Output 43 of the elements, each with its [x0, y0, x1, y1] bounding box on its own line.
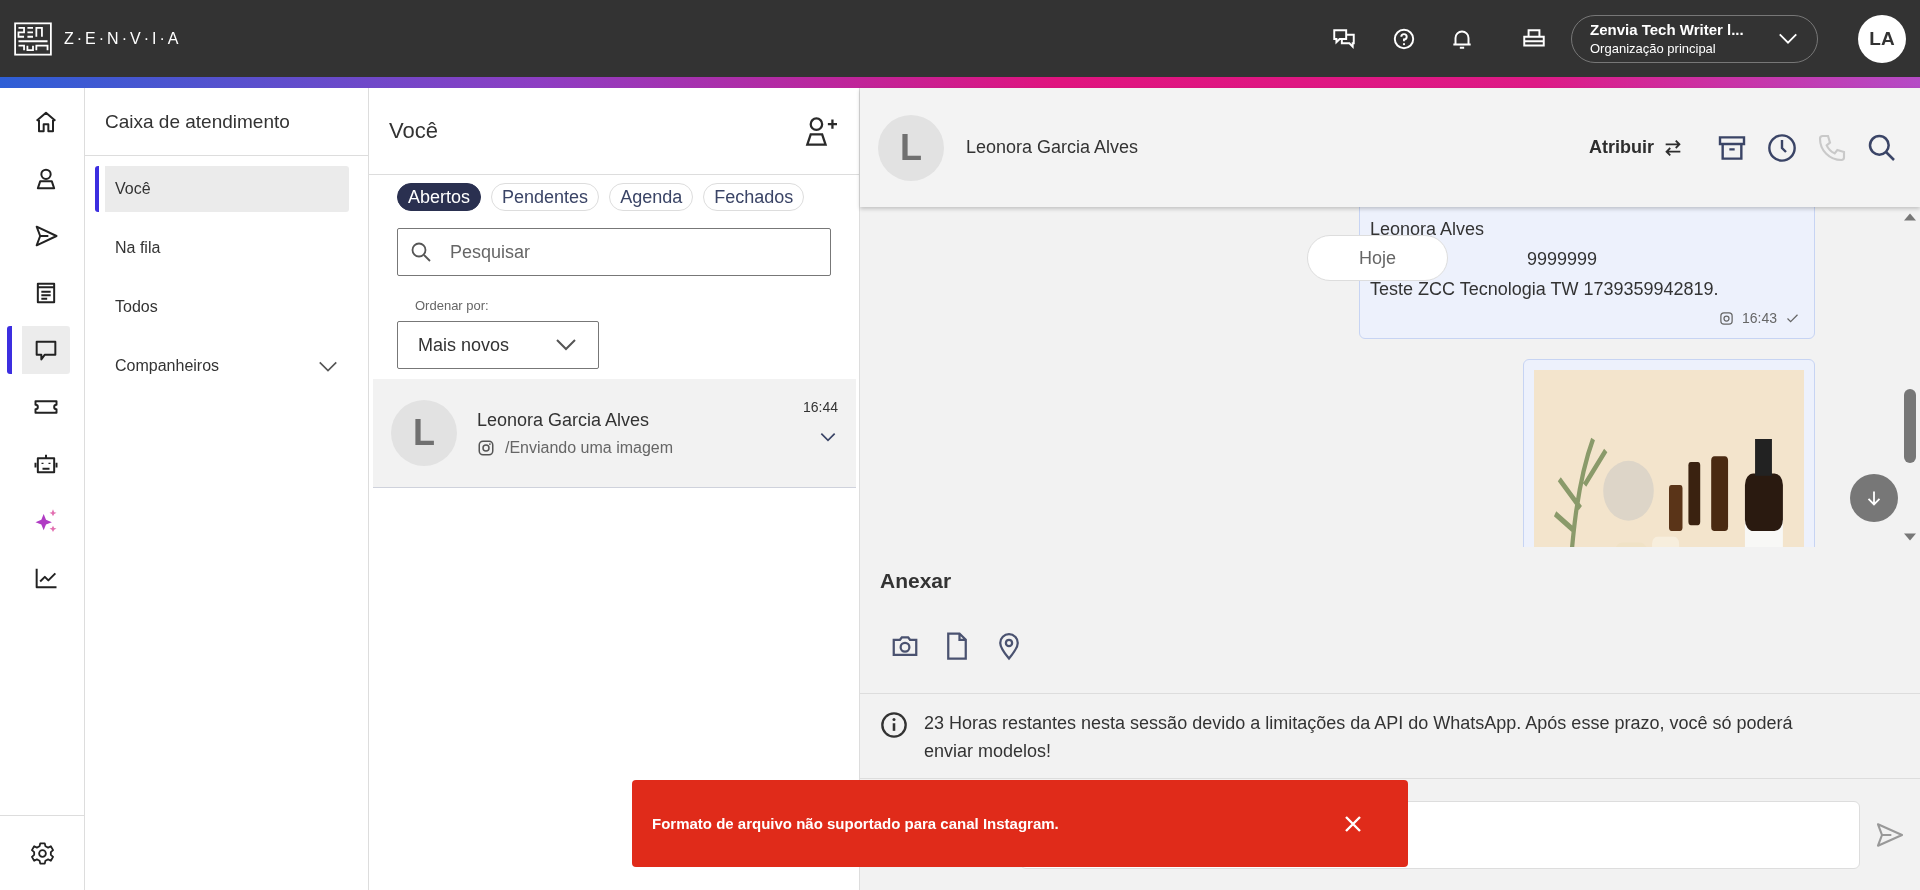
- instagram-icon: [477, 438, 495, 457]
- message-preview: /Enviando uma imagem: [505, 438, 674, 457]
- assign-button[interactable]: Atribuir: [1583, 135, 1690, 160]
- contact-avatar: L: [878, 114, 944, 181]
- sidebar-item[interactable]: Companheiros: [95, 343, 349, 389]
- sidebar-item[interactable]: Você: [95, 166, 349, 212]
- filter-tab[interactable]: Fechados: [703, 183, 805, 211]
- conversation-item[interactable]: L Leonora Garcia Alves /Enviando uma imagem 16:44: [373, 379, 856, 488]
- filter-tab[interactable]: Pendentes: [491, 183, 600, 211]
- contact-avatar: L: [391, 400, 457, 466]
- logo-icon: [14, 21, 52, 56]
- panel-title: Você: [389, 118, 438, 144]
- brand-name: Z·E·N·V·I·A: [64, 29, 182, 48]
- user-avatar[interactable]: LA: [1858, 14, 1906, 63]
- scroll-to-bottom-button[interactable]: [1850, 474, 1898, 522]
- date-separator: Hoje: [1307, 235, 1448, 281]
- scroll-down-icon[interactable]: [1904, 533, 1916, 541]
- settings-icon[interactable]: [28, 839, 56, 867]
- sort-dropdown[interactable]: Mais novos: [397, 321, 599, 369]
- attach-title: Anexar: [880, 569, 953, 593]
- contact-name: Leonora Garcia Alves: [477, 409, 651, 431]
- clock-icon[interactable]: [1766, 131, 1798, 164]
- search-field[interactable]: Pesquisar: [397, 228, 831, 276]
- filter-tab[interactable]: Agenda: [609, 183, 694, 211]
- info-icon: [880, 711, 908, 739]
- search-icon: [409, 240, 433, 264]
- instagram-icon: [1718, 310, 1734, 326]
- contact-name: Leonora Garcia Alves: [966, 137, 1140, 158]
- session-notice: 23 Horas restantes nesta sessão devido a limitações da API do WhatsApp. Após esse prazo, você só poderá enviar modelos!: [924, 712, 1794, 763]
- message-line: 9999999: [1527, 248, 1598, 271]
- sidebar-item[interactable]: Na fila: [95, 225, 349, 271]
- filter-tab[interactable]: Abertos: [397, 183, 482, 211]
- inbox-title: Caixa de atendimento: [85, 88, 368, 156]
- message-time: 16:44: [802, 399, 838, 415]
- sidebar-item[interactable]: Todos: [95, 284, 349, 330]
- nav-item[interactable]: [7, 326, 70, 374]
- error-message: Formato de arquivo não suportado para canal Instagram.: [652, 815, 1059, 832]
- message-time: 16:43: [1741, 309, 1777, 328]
- scrollbar-thumb[interactable]: [1904, 389, 1916, 463]
- scroll-up-icon[interactable]: [1904, 213, 1916, 221]
- message-line: Teste ZCC Tecnologia TW 1739359942819.: [1370, 278, 1719, 301]
- sort-label: Ordenar por:: [415, 298, 490, 313]
- add-person-icon[interactable]: [803, 115, 839, 147]
